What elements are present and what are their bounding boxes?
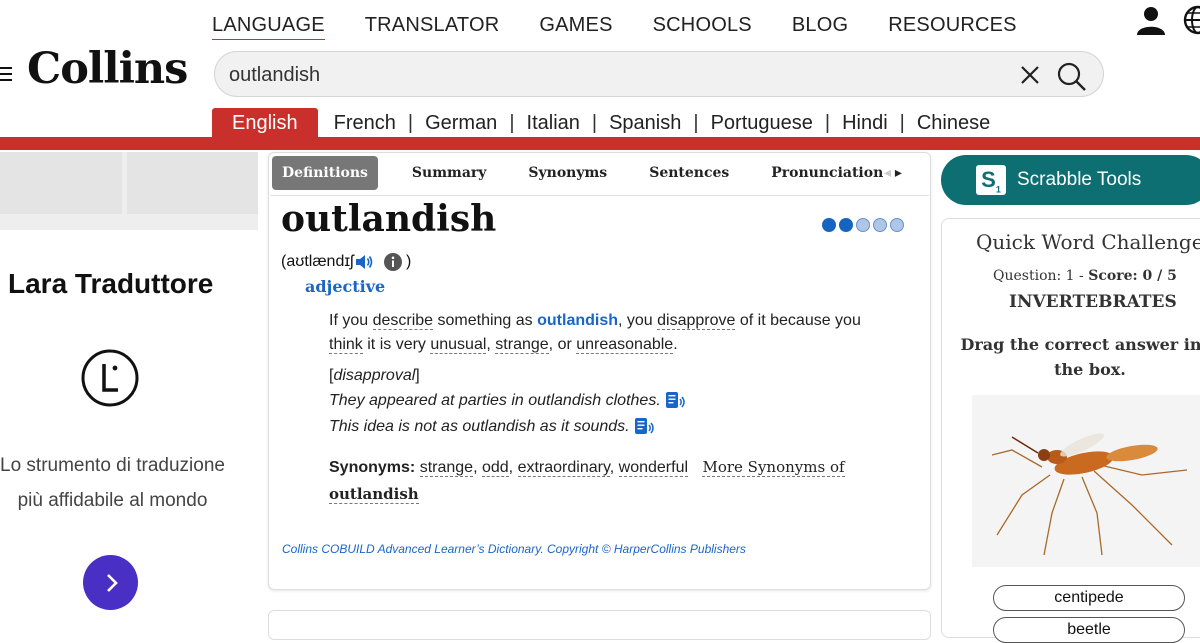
audio-icon[interactable] <box>354 253 374 271</box>
mosquito-image <box>972 395 1200 567</box>
headword-highlight: outlandish <box>537 312 619 329</box>
definition-link[interactable]: disapprove <box>657 312 736 330</box>
nav-translator[interactable]: TRANSLATOR <box>365 14 500 40</box>
answer-option[interactable]: beetle <box>993 617 1185 643</box>
definition-link[interactable]: describe <box>372 312 434 330</box>
lang-tab-italian[interactable]: Italian <box>515 112 592 135</box>
lang-tab-french[interactable]: French <box>322 112 408 135</box>
frequency-dot <box>890 218 904 232</box>
chevron-right-icon <box>106 573 118 592</box>
scrabble-tools-button[interactable]: S1 Scrabble Tools <box>941 155 1200 205</box>
synonym-link[interactable]: extraordinary <box>517 459 610 477</box>
pronunciation: (aʊtlændɪʃ ) <box>281 253 412 271</box>
tab-summary[interactable]: Summary <box>391 165 508 181</box>
ad-slot <box>127 152 258 214</box>
definition-link[interactable]: think <box>329 336 363 354</box>
lang-tab-hindi[interactable]: Hindi <box>830 112 900 135</box>
definition-link[interactable]: unreasonable <box>576 336 674 354</box>
close-icon[interactable] <box>1017 62 1043 88</box>
copyright-note: Collins COBUILD Advanced Learner’s Dicti… <box>282 542 746 556</box>
headword: outlandish <box>281 198 497 240</box>
scrabble-tools-label: Scrabble Tools <box>1017 169 1142 190</box>
frequency-dot <box>839 218 853 232</box>
ipa-text: aʊtlændɪʃ <box>286 253 354 271</box>
nav-blog[interactable]: BLOG <box>792 14 848 40</box>
globe-icon[interactable] <box>1182 4 1200 36</box>
usage-note: [disapproval] <box>329 367 420 384</box>
part-of-speech[interactable]: adjective <box>305 277 385 296</box>
user-icon[interactable] <box>1136 4 1166 36</box>
synonym-link[interactable]: wonderful <box>618 459 689 477</box>
lang-tab-spanish[interactable]: Spanish <box>597 112 693 135</box>
language-tabs: English French | German | Italian | Spanish… <box>212 108 1002 138</box>
lang-tab-chinese[interactable]: Chinese <box>905 112 1002 135</box>
tab-pronunciation[interactable]: Pronunciation <box>750 165 904 181</box>
example-sentence: This idea is not as outlandish as it sou… <box>329 417 656 437</box>
tab-sentences[interactable]: Sentences <box>628 165 750 181</box>
search-box <box>214 51 1104 97</box>
lara-logo-icon <box>81 349 139 407</box>
ad-title: Lara Traduttore <box>8 268 214 299</box>
menu-icon[interactable] <box>0 66 14 82</box>
tab-divider <box>270 195 929 196</box>
definition-link[interactable]: strange <box>495 336 549 354</box>
answer-option[interactable]: centipede <box>993 585 1185 611</box>
collins-logo[interactable]: Collins <box>27 44 188 94</box>
more-synonyms-link[interactable]: More Synonyms of <box>702 458 845 477</box>
quiz-title: Quick Word Challenge <box>976 230 1200 254</box>
lang-tab-german[interactable]: German <box>413 112 509 135</box>
nav-schools[interactable]: SCHOOLS <box>653 14 752 40</box>
quiz-category: INVERTEBRATES <box>1009 292 1177 312</box>
info-icon[interactable] <box>383 253 402 271</box>
search-icon[interactable] <box>1055 60 1089 92</box>
frequency-dot <box>822 218 836 232</box>
search-input[interactable] <box>227 60 1011 90</box>
nav-language[interactable]: LANGUAGE <box>212 14 325 40</box>
synonyms-line: Synonyms: strange, odd, extraordinary, w… <box>329 458 845 504</box>
next-card <box>268 610 931 640</box>
tab-synonyms[interactable]: Synonyms <box>507 165 628 181</box>
frequency-dots <box>822 218 904 232</box>
tab-definitions[interactable]: Definitions <box>272 156 378 190</box>
entry-tabs: Definitions Summary Synonyms Sentences P… <box>272 156 904 190</box>
top-nav: LANGUAGE TRANSLATOR GAMES SCHOOLS BLOG R… <box>212 14 1057 40</box>
frequency-dot <box>873 218 887 232</box>
nav-resources[interactable]: RESOURCES <box>888 14 1017 40</box>
scrabble-tile-icon: S1 <box>976 165 1006 195</box>
definition-link[interactable]: unusual <box>430 336 487 354</box>
definition-text: If you describe something as outlandish,… <box>329 312 861 354</box>
tab-scroll-arrows[interactable]: ◂ ▸ <box>884 164 902 181</box>
lang-tab-english[interactable]: English <box>212 108 318 138</box>
quiz-status: Question: 1 - Score: 0 / 5 <box>993 268 1177 284</box>
synonym-link[interactable]: strange <box>419 459 474 477</box>
example-sentence: They appeared at parties in outlandish c… <box>329 391 687 411</box>
ad-description: Lo strumento di traduzione più affidabil… <box>0 455 225 511</box>
quiz-instruction: Drag the correct answer into the box. <box>960 335 1200 379</box>
frequency-dot <box>856 218 870 232</box>
ad-slot <box>0 152 122 214</box>
lang-tab-portuguese[interactable]: Portuguese <box>699 112 825 135</box>
more-synonyms-word[interactable]: outlandish <box>329 485 419 504</box>
ad-next-button[interactable] <box>83 555 138 610</box>
synonym-link[interactable]: odd <box>481 459 509 477</box>
example-audio-icon[interactable] <box>634 417 656 437</box>
example-audio-icon[interactable] <box>665 391 687 411</box>
language-bar <box>0 137 1200 150</box>
nav-games[interactable]: GAMES <box>539 14 612 40</box>
